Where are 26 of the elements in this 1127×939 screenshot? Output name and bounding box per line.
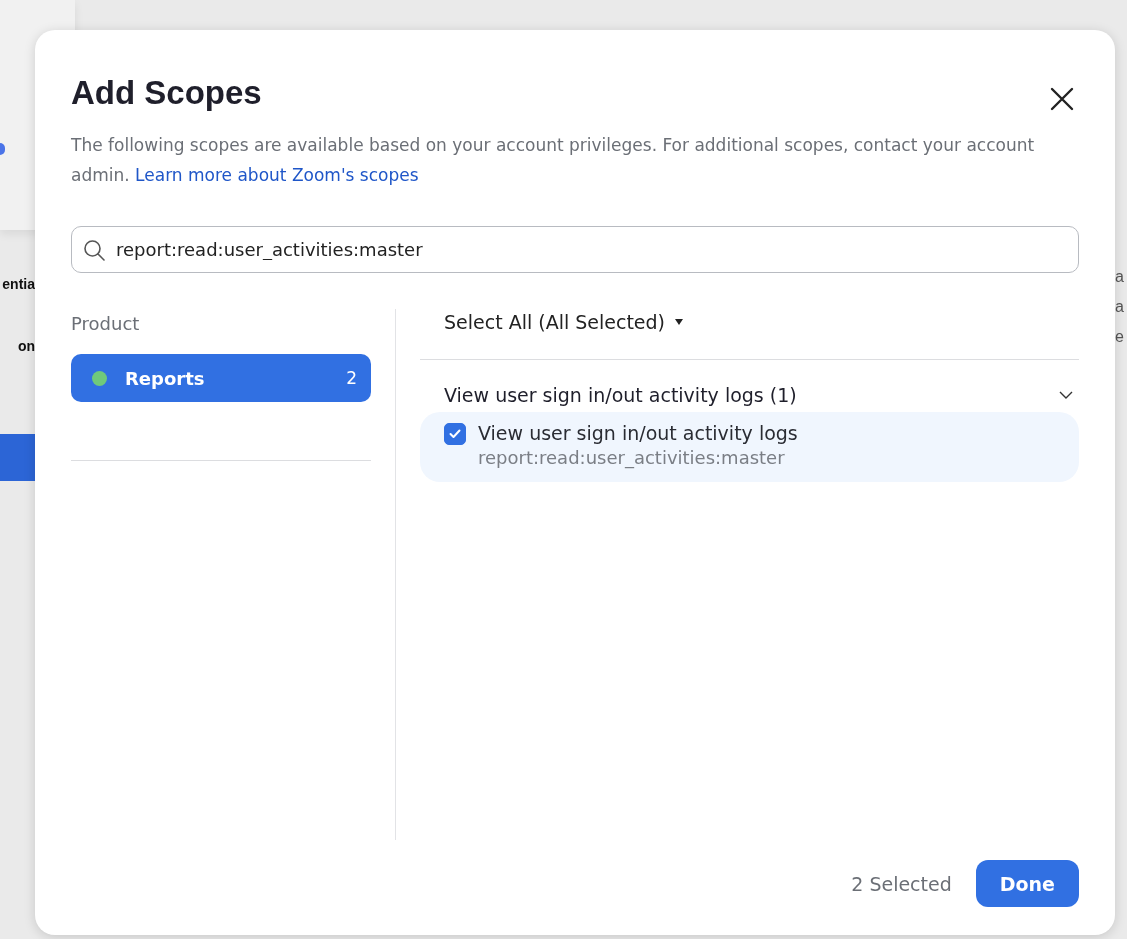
close-icon (1049, 86, 1075, 112)
checkbox[interactable] (444, 423, 466, 445)
search-field[interactable]: report:read:user_activities:master (71, 226, 1079, 273)
product-heading: Product (71, 313, 141, 334)
dialog-description: The following scopes are available based on your account privileges. For additional scopes, contact your account admin. Learn more about Zoom's scopes (71, 134, 1036, 187)
product-count: 2 (346, 368, 357, 388)
page-text: a (1115, 267, 1125, 287)
group-title: View user sign in/out activity logs (1) (444, 384, 797, 406)
page-text: e (1115, 327, 1125, 347)
scope-label: View user sign in/out activity logs (478, 422, 798, 444)
dialog-title: Add Scopes (71, 74, 262, 112)
learn-more-link[interactable]: Learn more about Zoom's scopes (135, 165, 419, 185)
product-name: Reports (125, 367, 206, 389)
done-button[interactable]: Done (975, 860, 1079, 907)
product-item[interactable]: Reports 2 (71, 354, 371, 402)
caret-icon (675, 319, 684, 325)
selected-count: 2 Selected (851, 872, 952, 895)
nav-item-highlight (0, 434, 35, 481)
select-all-dropdown[interactable]: Select All (All Selected) (420, 311, 684, 333)
scope-item[interactable]: View user sign in/out activity logs report:read:user_activities:master (420, 412, 1079, 482)
chevron-icon[interactable] (1059, 391, 1073, 399)
page-text: a (1115, 297, 1125, 317)
nav-label: on (16, 338, 35, 354)
nav-label: entia (1, 276, 35, 292)
check-icon (449, 429, 461, 439)
scope-value: report:read:user_activities:master (478, 447, 786, 468)
